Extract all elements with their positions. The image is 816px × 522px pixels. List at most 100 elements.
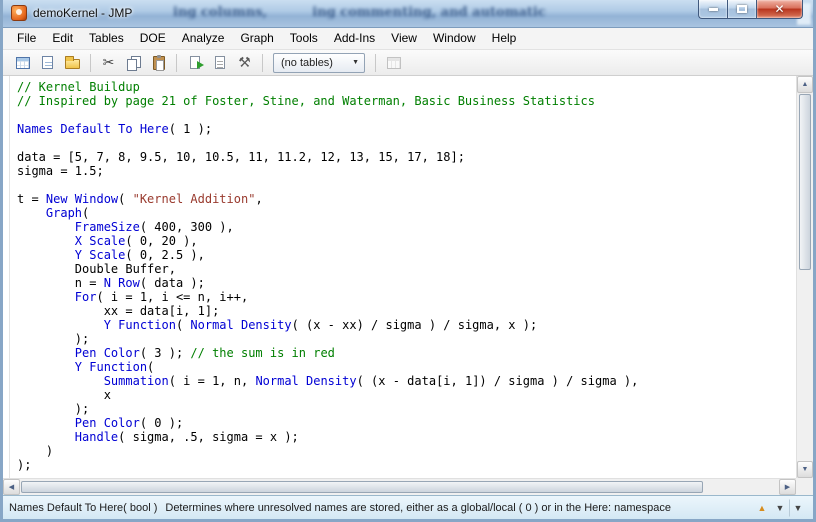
code-line[interactable]: // Kernel Buildup xyxy=(17,80,796,94)
editor-gutter xyxy=(3,76,10,478)
title-bar: ing columns, ing commenting, and automat… xyxy=(3,0,813,28)
menu-item-doe[interactable]: DOE xyxy=(132,28,174,49)
scroll-up-arrow-icon[interactable]: ▲ xyxy=(797,76,813,93)
code-line[interactable]: t = New Window( "Kernel Addition", xyxy=(17,192,796,206)
menu-bar: FileEditTablesDOEAnalyzeGraphToolsAdd-In… xyxy=(3,28,813,50)
code-line[interactable]: Y Scale( 0, 2.5 ), xyxy=(17,248,796,262)
data-grid-button[interactable] xyxy=(382,52,405,74)
horizontal-scrollbar-thumb[interactable] xyxy=(21,481,703,493)
code-line[interactable] xyxy=(17,108,796,122)
code-line[interactable]: For( i = 1, i <= n, i++, xyxy=(17,290,796,304)
menu-item-tools[interactable]: Tools xyxy=(282,28,326,49)
script-page-icon xyxy=(215,56,225,69)
menu-item-tables[interactable]: Tables xyxy=(81,28,132,49)
status-dropdown-icon[interactable]: ▼ xyxy=(789,499,807,517)
window-title: demoKernel - JMP xyxy=(33,6,132,20)
vertical-scrollbar-thumb[interactable] xyxy=(799,94,811,270)
code-line[interactable]: data = [5, 7, 8, 9.5, 10, 10.5, 11, 11.2… xyxy=(17,150,796,164)
code-viewport[interactable]: // Kernel Buildup// Inspired by page 21 … xyxy=(3,76,796,478)
code-line[interactable]: Pen Color( 0 ); xyxy=(17,416,796,430)
code-lines[interactable]: // Kernel Buildup// Inspired by page 21 … xyxy=(10,76,796,478)
code-line[interactable]: FrameSize( 400, 300 ), xyxy=(17,220,796,234)
open-folder-icon xyxy=(65,59,80,69)
code-line[interactable]: ); xyxy=(17,332,796,346)
toolbar: (no tables) ▼ xyxy=(3,50,813,76)
new-script-icon xyxy=(42,56,53,69)
code-line[interactable]: Pen Color( 3 ); // the sum is in red xyxy=(17,346,796,360)
code-line[interactable]: xx = data[i, 1]; xyxy=(17,304,796,318)
run-script-button[interactable] xyxy=(183,52,206,74)
status-icons: ▲▼▼ xyxy=(753,499,807,517)
tools-button[interactable] xyxy=(233,52,256,74)
scroll-left-arrow-icon[interactable]: ◀ xyxy=(3,479,20,495)
code-line[interactable]: Names Default To Here( 1 ); xyxy=(17,122,796,136)
caret-up-icon[interactable]: ▲ xyxy=(753,499,771,517)
data-grid-icon xyxy=(387,57,401,69)
open-button[interactable] xyxy=(61,52,84,74)
script-page-button[interactable] xyxy=(208,52,231,74)
code-line[interactable]: Summation( i = 1, n, Normal Density( (x … xyxy=(17,374,796,388)
code-line[interactable]: X Scale( 0, 20 ), xyxy=(17,234,796,248)
paste-button[interactable] xyxy=(147,52,170,74)
jmp-window: ing columns, ing commenting, and automat… xyxy=(0,0,816,522)
code-line[interactable]: Double Buffer, xyxy=(17,262,796,276)
window-controls xyxy=(698,0,803,19)
menu-item-analyze[interactable]: Analyze xyxy=(174,28,233,49)
jmp-app-icon[interactable] xyxy=(11,5,27,21)
horizontal-scrollbar-track[interactable] xyxy=(704,479,779,495)
menu-item-file[interactable]: File xyxy=(9,28,44,49)
run-script-icon xyxy=(190,56,200,69)
vertical-scrollbar-track[interactable] xyxy=(797,271,813,461)
new-data-table-button[interactable] xyxy=(11,52,34,74)
menu-item-edit[interactable]: Edit xyxy=(44,28,81,49)
maximize-icon xyxy=(737,5,747,13)
menu-item-window[interactable]: Window xyxy=(425,28,484,49)
code-line[interactable]: x xyxy=(17,388,796,402)
menu-item-graph[interactable]: Graph xyxy=(232,28,281,49)
scroll-right-arrow-icon[interactable]: ▶ xyxy=(779,479,796,495)
code-line[interactable]: n = N Row( data ); xyxy=(17,276,796,290)
tables-dropdown[interactable]: (no tables) ▼ xyxy=(273,53,365,73)
horizontal-scrollbar[interactable]: ◀ ▶ xyxy=(3,478,796,495)
toolbar-separator xyxy=(375,54,376,72)
code-line[interactable]: Y Function( xyxy=(17,360,796,374)
new-table-icon xyxy=(16,57,30,69)
vertical-scrollbar[interactable]: ▲ ▼ xyxy=(796,76,813,478)
minimize-icon xyxy=(709,8,718,11)
close-icon xyxy=(774,0,784,18)
close-button[interactable] xyxy=(756,0,803,19)
code-line[interactable] xyxy=(17,136,796,150)
code-line[interactable]: sigma = 1.5; xyxy=(17,164,796,178)
toolbar-separator xyxy=(176,54,177,72)
minimize-button[interactable] xyxy=(698,0,727,19)
tables-dropdown-label: (no tables) xyxy=(281,57,344,69)
scrollbar-corner xyxy=(796,478,813,495)
code-line[interactable] xyxy=(17,178,796,192)
scissors-icon xyxy=(103,54,115,72)
code-line[interactable]: ) xyxy=(17,444,796,458)
code-line[interactable]: Y Function( Normal Density( (x - xx) / s… xyxy=(17,318,796,332)
menu-item-view[interactable]: View xyxy=(383,28,425,49)
code-line[interactable]: // Inspired by page 21 of Foster, Stine,… xyxy=(17,94,796,108)
status-bar: Names Default To Here( bool ) Determines… xyxy=(3,495,813,519)
copy-button[interactable] xyxy=(122,52,145,74)
toolbar-separator xyxy=(90,54,91,72)
background-glass-text: ing columns, ing commenting, and automat… xyxy=(173,5,733,20)
script-editor: // Kernel Buildup// Inspired by page 21 … xyxy=(3,76,813,495)
cut-button[interactable] xyxy=(97,52,120,74)
caret-down-icon[interactable]: ▼ xyxy=(771,499,789,517)
chevron-down-icon: ▼ xyxy=(352,59,359,66)
code-line[interactable]: Handle( sigma, .5, sigma = x ); xyxy=(17,430,796,444)
menu-item-help[interactable]: Help xyxy=(484,28,525,49)
status-function-signature: Names Default To Here( bool ) xyxy=(9,502,157,514)
code-line[interactable]: Graph( xyxy=(17,206,796,220)
new-script-button[interactable] xyxy=(36,52,59,74)
maximize-button[interactable] xyxy=(727,0,756,19)
code-line[interactable]: ); xyxy=(17,402,796,416)
copy-icon xyxy=(127,56,140,70)
paste-icon xyxy=(153,56,165,70)
status-function-description: Determines where unresolved names are st… xyxy=(165,502,671,514)
menu-item-add-ins[interactable]: Add-Ins xyxy=(326,28,383,49)
scroll-down-arrow-icon[interactable]: ▼ xyxy=(797,461,813,478)
code-line[interactable]: ); xyxy=(17,458,796,472)
